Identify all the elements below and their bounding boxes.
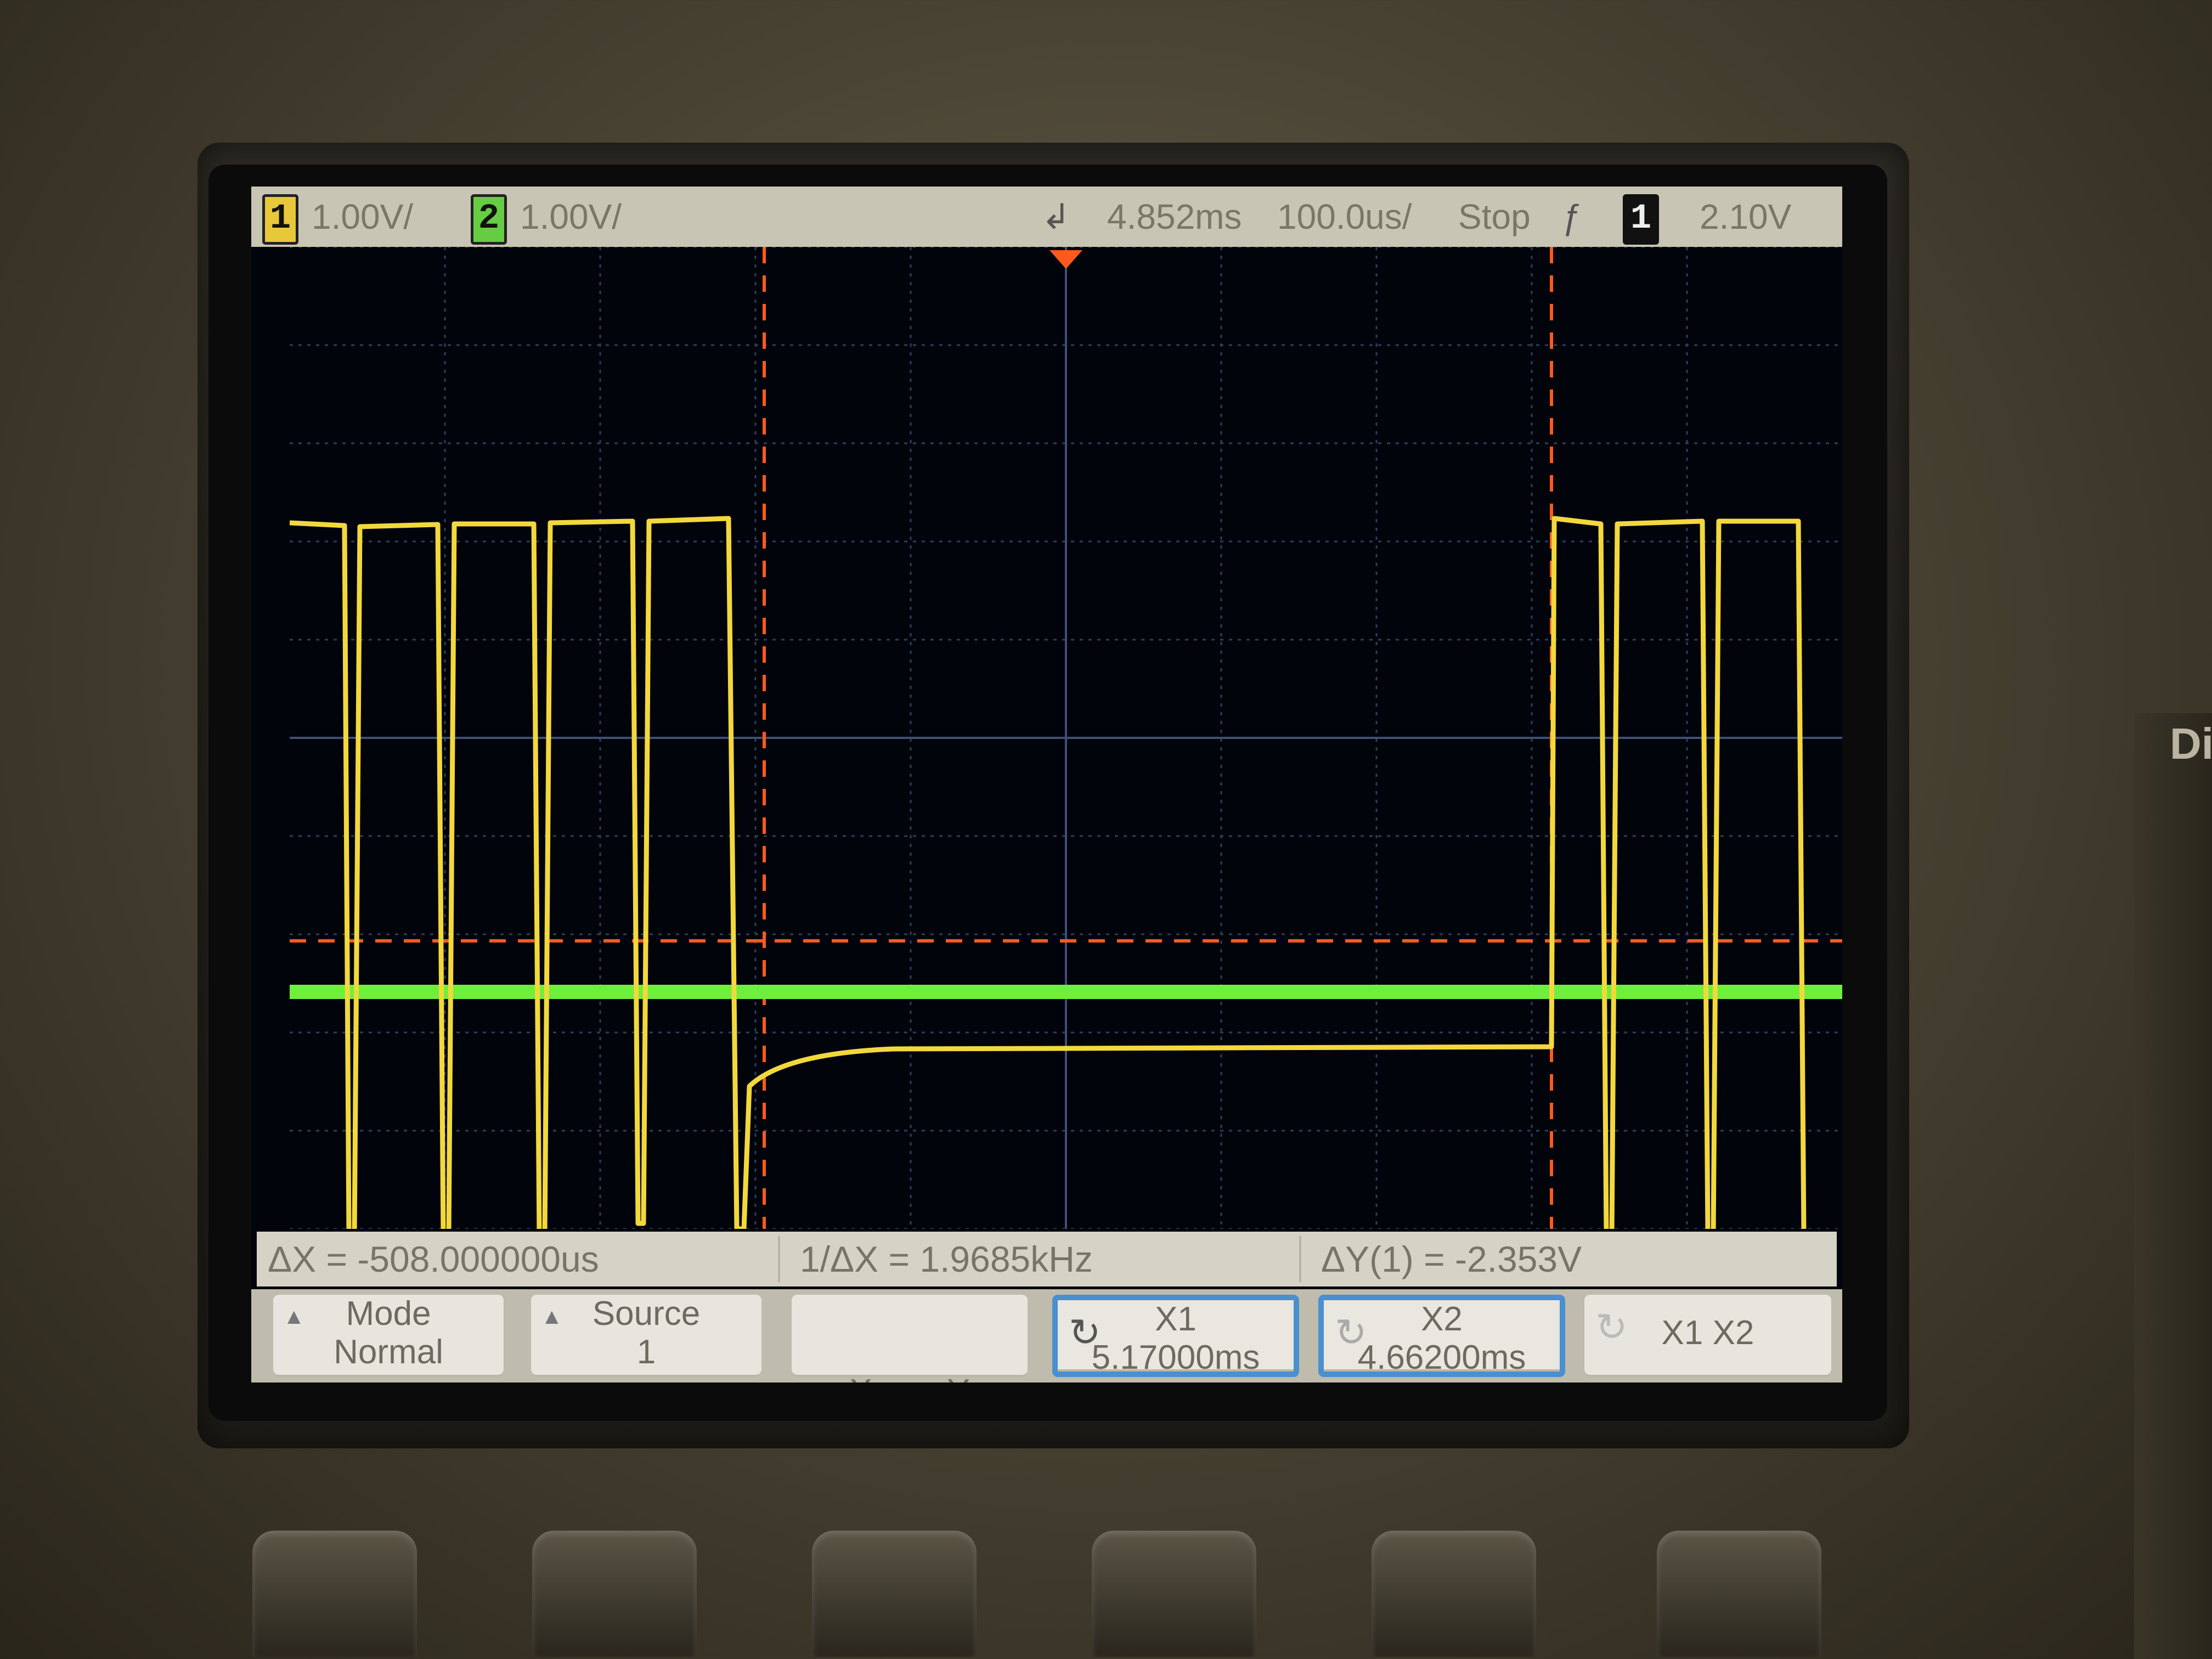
trigger-level[interactable]: 2.10V <box>1700 187 1791 247</box>
trigger-arrow-icon: ↲ <box>1041 197 1071 236</box>
menu-arrow-icon: ▲ <box>283 1305 305 1329</box>
xy-softkey[interactable]: X Y ✓ <box>792 1295 1028 1383</box>
graticule <box>290 247 1842 1229</box>
waveform-display[interactable]: T 2 1 <box>290 247 1842 1229</box>
run-state[interactable]: Stop <box>1458 187 1531 247</box>
entry-knob-icon: ↻ <box>1335 1311 1367 1354</box>
ch2-scale[interactable]: 1.00V/ <box>520 187 622 247</box>
x1-softkey[interactable]: ↻ X1 5.17000ms <box>1052 1295 1299 1377</box>
side-panel-label: Digi <box>2170 719 2212 768</box>
hardware-softkey-3[interactable] <box>812 1531 977 1657</box>
ch2-badge[interactable]: 2 <box>471 194 507 245</box>
ch1-scale[interactable]: 1.00V/ <box>312 187 413 247</box>
rising-edge-icon: ƒ <box>1562 197 1582 236</box>
time-scale[interactable]: 100.0us/ <box>1277 187 1412 247</box>
measurement-bar: ΔX = -508.000000us 1/ΔX = 1.9685kHz ΔY(1… <box>257 1232 1837 1286</box>
side-panel <box>2134 713 2212 1659</box>
x2-softkey[interactable]: ↻ X2 4.66200ms <box>1318 1295 1565 1377</box>
entry-knob-icon: ↻ <box>1069 1311 1101 1354</box>
mode-softkey[interactable]: ▲ Mode Normal <box>273 1295 504 1377</box>
menu-arrow-icon: ▲ <box>541 1305 563 1329</box>
trigger-position-marker <box>1049 250 1082 269</box>
hardware-softkey-1[interactable] <box>252 1531 417 1657</box>
softkey-row: ▲ Mode Normal ▲ Source 1 X Y ✓ ↻ X1 5.17… <box>251 1289 1842 1383</box>
delta-y-readout: ΔY(1) = -2.353V <box>1321 1239 1582 1279</box>
x1x2-softkey[interactable]: ↻ X1 X2 <box>1584 1295 1831 1377</box>
oscilloscope-screen: 1 1.00V/ 2 1.00V/ ↲ 4.852ms 100.0us/ Sto… <box>251 187 1842 1383</box>
ch1-trace <box>290 516 1807 1229</box>
hardware-softkey-6[interactable] <box>1657 1531 1821 1657</box>
inverse-delta-x-readout: 1/ΔX = 1.9685kHz <box>800 1239 1093 1279</box>
entry-knob-icon: ↻ <box>1595 1306 1628 1348</box>
status-bar: 1 1.00V/ 2 1.00V/ ↲ 4.852ms 100.0us/ Sto… <box>251 187 1842 247</box>
source-softkey[interactable]: ▲ Source 1 <box>531 1295 761 1377</box>
hardware-softkey-4[interactable] <box>1092 1531 1256 1657</box>
delta-x-readout: ΔX = -508.000000us <box>268 1239 599 1279</box>
ch1-badge[interactable]: 1 <box>262 194 298 245</box>
time-offset[interactable]: 4.852ms <box>1107 187 1242 247</box>
trigger-source-badge[interactable]: 1 <box>1623 194 1659 245</box>
hardware-softkey-5[interactable] <box>1372 1531 1536 1657</box>
hardware-softkey-2[interactable] <box>532 1531 697 1657</box>
